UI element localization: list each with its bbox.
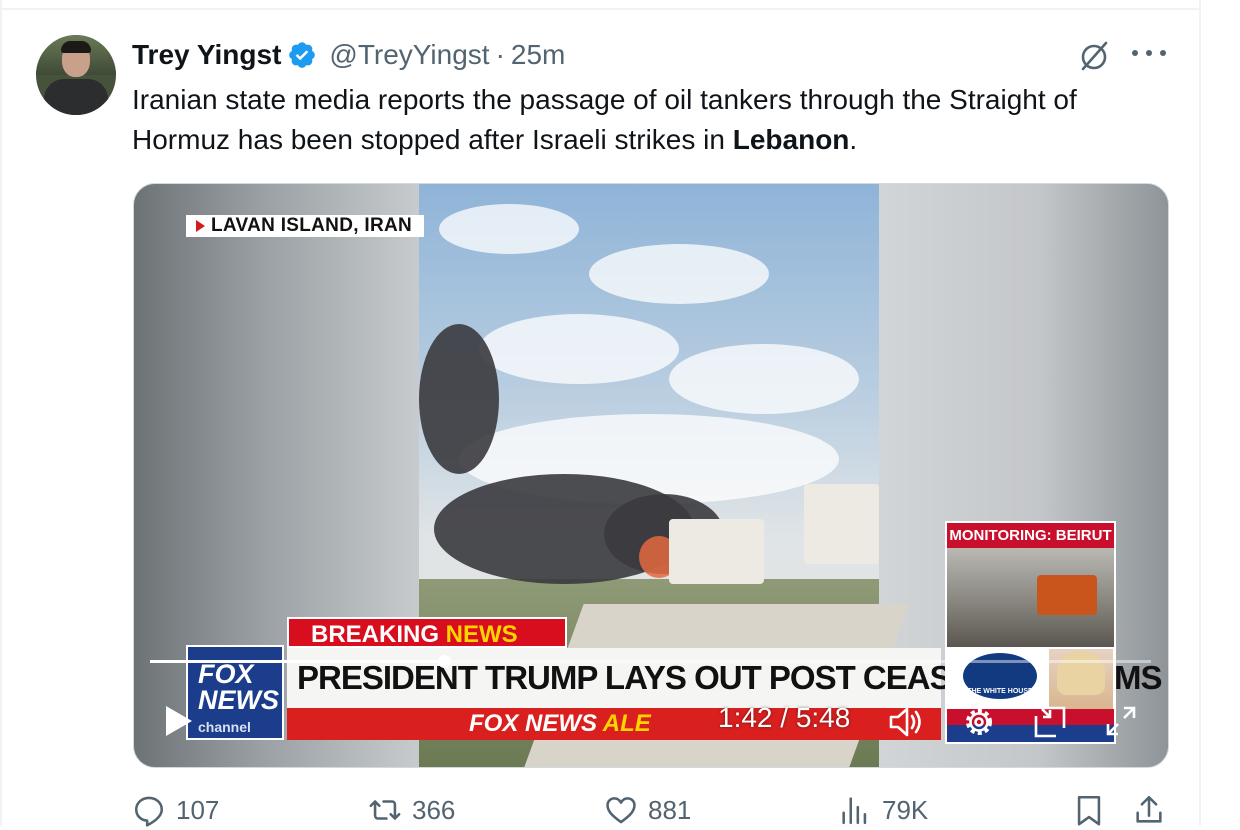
volume-icon[interactable] [886,703,924,741]
oil-tank [804,484,879,564]
alert-text-highlight: ALE [602,710,651,737]
tweet-text-part: Iranian state media reports the passage … [132,84,1077,155]
verified-badge-icon [289,42,316,68]
video-progress-bar[interactable] [150,655,1151,668]
bookmark-button[interactable] [1072,790,1106,830]
alert-text: FOX NEWS [469,710,603,737]
repost-button[interactable]: 366 [368,790,455,830]
picture-in-picture-icon[interactable] [1032,704,1068,740]
card-left-border [0,0,2,826]
excavator [1037,575,1097,615]
more-options-icon[interactable] [1132,50,1166,60]
play-triangle-icon [196,220,205,232]
view-count: 79K [882,794,929,825]
press-secretary-hair [1057,651,1105,695]
views-chart-icon [842,797,867,825]
oil-tank [669,519,764,584]
news-headline: PRESIDENT TRUMP LAYS OUT POST CEASEFIRE … [287,648,1162,708]
location-tag-text: LAVAN ISLAND, IRAN [211,215,413,236]
grok-icon[interactable] [1076,38,1112,74]
tweet-text-end: . [849,124,858,155]
monitoring-inset: MONITORING: BEIRUT [945,521,1116,649]
separator-dot: · [495,39,505,70]
fullscreen-icon[interactable] [1104,704,1138,738]
fox-logo-line2: NEWS [198,685,279,715]
reply-count: 107 [176,794,220,825]
reply-button[interactable]: 107 [132,790,219,830]
heart-icon [606,797,636,824]
repost-icon [369,800,401,820]
views-button[interactable]: 79K [838,790,928,830]
video-time: 1:42 / 5:48 [718,702,851,733]
news-label: NEWS [445,621,518,648]
video-progress-fill [150,660,445,663]
bookmark-icon [1077,795,1101,826]
share-icon [1136,795,1162,823]
fox-logo-line3: channel [198,719,251,735]
like-count: 881 [648,794,692,825]
settings-gear-icon[interactable] [960,703,998,741]
video-player[interactable]: LAVAN ISLAND, IRAN MONITORING: BEIRUT BR… [133,183,1169,768]
breaking-label: BREAKING [311,621,446,648]
like-button[interactable]: 881 [604,790,691,830]
author-avatar[interactable] [36,35,116,115]
smoke-plume [419,324,499,474]
reply-icon [134,796,164,827]
location-tag: LAVAN ISLAND, IRAN [186,215,425,237]
repost-count: 366 [412,794,456,825]
monitoring-label: MONITORING: BEIRUT [947,523,1114,548]
card-top-border [0,8,1201,10]
tweet-header: Trey Yingst @TreyYingst · 25m [132,38,565,72]
play-icon[interactable] [162,704,194,738]
tweet-text: Iranian state media reports the passage … [132,80,1172,160]
share-button[interactable] [1132,790,1166,830]
timestamp[interactable]: 25m [511,39,565,71]
author-handle[interactable]: @TreyYingst [329,39,489,71]
breaking-news-banner: BREAKING NEWS [287,617,567,648]
author-name[interactable]: Trey Yingst [132,39,281,71]
card-right-border [1199,0,1201,826]
tweet-actions: 107 366 881 79K [132,790,1172,830]
tweet-text-link[interactable]: Lebanon [733,124,850,155]
